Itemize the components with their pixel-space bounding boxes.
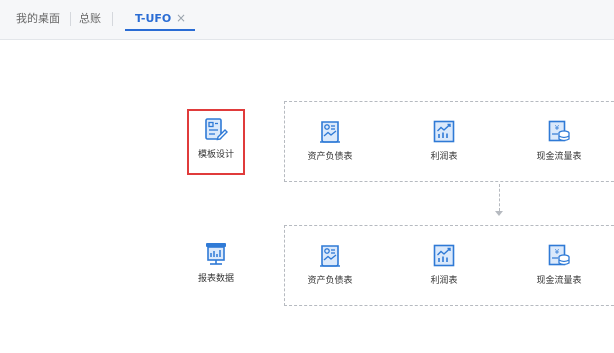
svg-text:¥: ¥: [555, 124, 560, 132]
income-statement-label: 利润表: [430, 152, 458, 162]
template-cash-flow[interactable]: ¥ 现金流量表: [530, 119, 588, 179]
cash-flow-icon: ¥: [548, 120, 570, 142]
arrow-down-icon: [495, 211, 503, 216]
tab-bar: 我的桌面 总账 T-UFO ×: [0, 0, 614, 40]
cash-flow-label: 现金流量表: [536, 276, 582, 286]
balance-sheet-label: 资产负债表: [307, 152, 353, 162]
tab-my-desktop[interactable]: 我的桌面: [16, 12, 60, 26]
flow-arrow-line: [499, 184, 500, 211]
report-data-label: 报表数据: [197, 274, 234, 284]
income-statement-label: 利润表: [430, 276, 458, 286]
template-balance-sheet[interactable]: 资产负债表: [301, 119, 359, 179]
template-design-icon: [205, 118, 228, 141]
close-icon[interactable]: ×: [176, 11, 186, 25]
income-statement-icon: [433, 244, 455, 267]
balance-sheet-icon: [320, 245, 340, 267]
template-income-statement[interactable]: 利润表: [415, 119, 473, 179]
template-design-label: 模板设计: [197, 150, 234, 160]
tab-general-ledger[interactable]: 总账: [79, 12, 101, 26]
balance-sheet-icon: [320, 121, 340, 143]
cash-flow-icon: ¥: [548, 244, 570, 266]
tab-divider: [70, 12, 71, 26]
template-design-button[interactable]: 模板设计: [187, 117, 245, 177]
report-cash-flow[interactable]: ¥ 现金流量表: [530, 243, 588, 303]
svg-text:¥: ¥: [555, 248, 560, 256]
cash-flow-label: 现金流量表: [536, 152, 582, 162]
active-tab-indicator: [125, 29, 195, 31]
report-data-icon: [206, 243, 226, 265]
tab-divider: [112, 12, 113, 26]
balance-sheet-label: 资产负债表: [307, 276, 353, 286]
income-statement-icon: [433, 120, 455, 143]
report-income-statement[interactable]: 利润表: [415, 243, 473, 303]
report-balance-sheet[interactable]: 资产负债表: [301, 243, 359, 303]
report-data-button[interactable]: 报表数据: [187, 241, 245, 301]
tab-t-ufo[interactable]: T-UFO: [135, 12, 171, 26]
